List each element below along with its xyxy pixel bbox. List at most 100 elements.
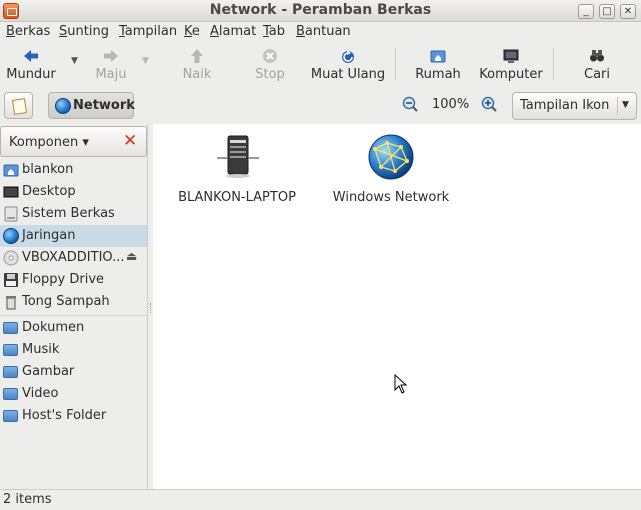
sidebar-item-hosts-folder[interactable]: Host's Folder: [0, 405, 147, 427]
menu-tab[interactable]: Tab: [263, 24, 285, 39]
menu-bantuan[interactable]: Bantuan: [296, 24, 351, 39]
eject-icon[interactable]: ⏏: [126, 249, 137, 263]
sidebar-divider: [0, 315, 147, 316]
window-title: Network - Peramban Berkas: [209, 2, 432, 18]
sidebar-item-label: Sistem Berkas: [22, 206, 115, 221]
reload-label: Muat Ulang: [310, 67, 386, 82]
computer-label: Komputer: [479, 67, 543, 82]
network-item-blankon-laptop[interactable]: BLANKON-LAPTOP: [175, 132, 299, 212]
side-pane-type-label: Komponen: [9, 135, 79, 150]
reload-button[interactable]: Muat Ulang: [309, 46, 387, 84]
forward-history-dropdown-icon[interactable]: ▼: [142, 56, 149, 66]
menu-sunting[interactable]: Sunting: [59, 24, 109, 39]
sidebar-item-label: Dokumen: [22, 320, 85, 335]
network-globe-icon: [368, 134, 414, 180]
forward-button[interactable]: Maju: [86, 46, 136, 84]
computer-button[interactable]: Komputer: [478, 46, 544, 84]
menu-bar: Berkas Sunting Tampilan Ke Alamat Tab Ba…: [0, 22, 641, 42]
close-side-pane-icon[interactable]: ✕: [123, 133, 137, 150]
arrow-up-icon: [191, 49, 203, 63]
menu-alamat[interactable]: Alamat: [210, 24, 256, 39]
breadcrumb-network-button[interactable]: Network: [48, 92, 135, 119]
zoom-out-icon[interactable]: [402, 96, 418, 112]
binoculars-icon: [590, 50, 604, 62]
network-globe-icon: [55, 98, 71, 114]
zoom-in-icon[interactable]: [481, 96, 497, 112]
main-toolbar: Mundur ▼ Maju ▼ Naik Stop Muat Ulang Rum…: [0, 42, 641, 86]
maximize-button[interactable]: □: [599, 4, 615, 19]
title-bar: Network - Peramban Berkas _ □ ✕: [0, 0, 641, 22]
menu-berkas[interactable]: Berkas: [6, 24, 50, 39]
home-button[interactable]: Rumah: [411, 46, 465, 84]
forward-label: Maju: [95, 67, 127, 82]
menu-tampilan[interactable]: Tampilan: [119, 24, 177, 39]
mouse-pointer-icon: [394, 374, 408, 394]
up-button[interactable]: Naik: [173, 46, 221, 84]
sidebar-item-label: Host's Folder: [22, 408, 107, 423]
sidebar-item-video[interactable]: Video: [0, 383, 147, 405]
item-label: BLANKON-LAPTOP: [178, 190, 296, 205]
sidebar-item-blankon[interactable]: blankon: [0, 159, 147, 181]
sidebar-item-label: Floppy Drive: [22, 272, 105, 287]
sidebar-item-label: blankon: [22, 162, 74, 177]
sidebar-item-network[interactable]: Jaringan: [0, 225, 147, 247]
cdrom-icon: [3, 250, 19, 266]
folder-icon: [3, 366, 18, 378]
sidebar-item-filesystem[interactable]: Sistem Berkas: [0, 203, 147, 225]
sidebar-item-label: Jaringan: [22, 228, 76, 243]
sidebar-item-label: Desktop: [22, 184, 76, 199]
sidebar-item-trash[interactable]: Tong Sampah: [0, 291, 147, 313]
side-pane-type-select[interactable]: Komponen ▾: [9, 135, 89, 150]
back-button[interactable]: Mundur: [2, 46, 60, 84]
sidebar-item-label: Tong Sampah: [22, 294, 110, 309]
menu-ke[interactable]: Ke: [184, 24, 200, 39]
folder-icon: [3, 410, 18, 422]
desktop-icon: [3, 186, 19, 198]
sidebar-item-gambar[interactable]: Gambar: [0, 361, 147, 383]
status-bar: 2 items: [0, 489, 641, 510]
stop-icon: [263, 49, 277, 63]
search-button[interactable]: Cari: [574, 46, 620, 84]
close-window-button[interactable]: ✕: [620, 4, 636, 19]
sidebar-item-label: Gambar: [22, 364, 75, 379]
computer-icon: [503, 49, 519, 63]
folder-icon: [3, 388, 18, 400]
view-mode-select[interactable]: Tampilan Ikon ▼: [512, 92, 637, 120]
folder-icon: [3, 344, 18, 356]
view-mode-label: Tampilan Ikon: [520, 98, 610, 113]
side-pane-header: Komponen ▾ ✕: [0, 126, 147, 157]
item-label: Windows Network: [332, 190, 450, 205]
stop-button[interactable]: Stop: [246, 46, 294, 84]
toolbar-separator: [395, 48, 396, 80]
toolbar-separator: [553, 48, 554, 80]
sidebar-item-label: Musik: [22, 342, 60, 357]
up-label: Naik: [182, 67, 212, 82]
sidebar-item-dokumen[interactable]: Dokumen: [0, 317, 147, 339]
pane-resize-handle[interactable]: [150, 303, 152, 313]
breadcrumb-label: Network: [73, 98, 135, 113]
chevron-down-icon: ▼: [622, 100, 629, 110]
side-pane: Komponen ▾ ✕ blankon Desktop Sistem Berk…: [0, 124, 148, 489]
network-icon: [3, 228, 19, 244]
home-folder-icon: [430, 50, 446, 63]
network-item-windows-network[interactable]: Windows Network: [329, 132, 453, 212]
harddisk-icon: [4, 206, 18, 222]
computer-server-icon: [217, 135, 259, 178]
reload-icon: [342, 50, 354, 63]
home-icon: [3, 164, 19, 177]
sidebar-item-floppy[interactable]: Floppy Drive: [0, 269, 147, 291]
home-label: Rumah: [415, 67, 461, 82]
toggle-location-entry-button[interactable]: [4, 92, 33, 119]
arrow-right-icon: [104, 50, 118, 62]
search-label: Cari: [584, 67, 610, 82]
back-history-dropdown-icon[interactable]: ▼: [71, 56, 78, 66]
minimize-button[interactable]: _: [578, 4, 594, 19]
sidebar-item-musik[interactable]: Musik: [0, 339, 147, 361]
stop-label: Stop: [255, 67, 285, 82]
sidebar-item-label: VBOXADDITIO...: [22, 250, 125, 265]
file-view[interactable]: BLANKON-LAPTOP Windows Network: [153, 124, 641, 489]
sidebar-item-vboxadditions[interactable]: VBOXADDITIO... ⏏: [0, 247, 147, 269]
zoom-level[interactable]: 100%: [432, 97, 469, 112]
sidebar-item-desktop[interactable]: Desktop: [0, 181, 147, 203]
location-bar: Network 100% Tampilan Ikon ▼: [0, 86, 641, 124]
